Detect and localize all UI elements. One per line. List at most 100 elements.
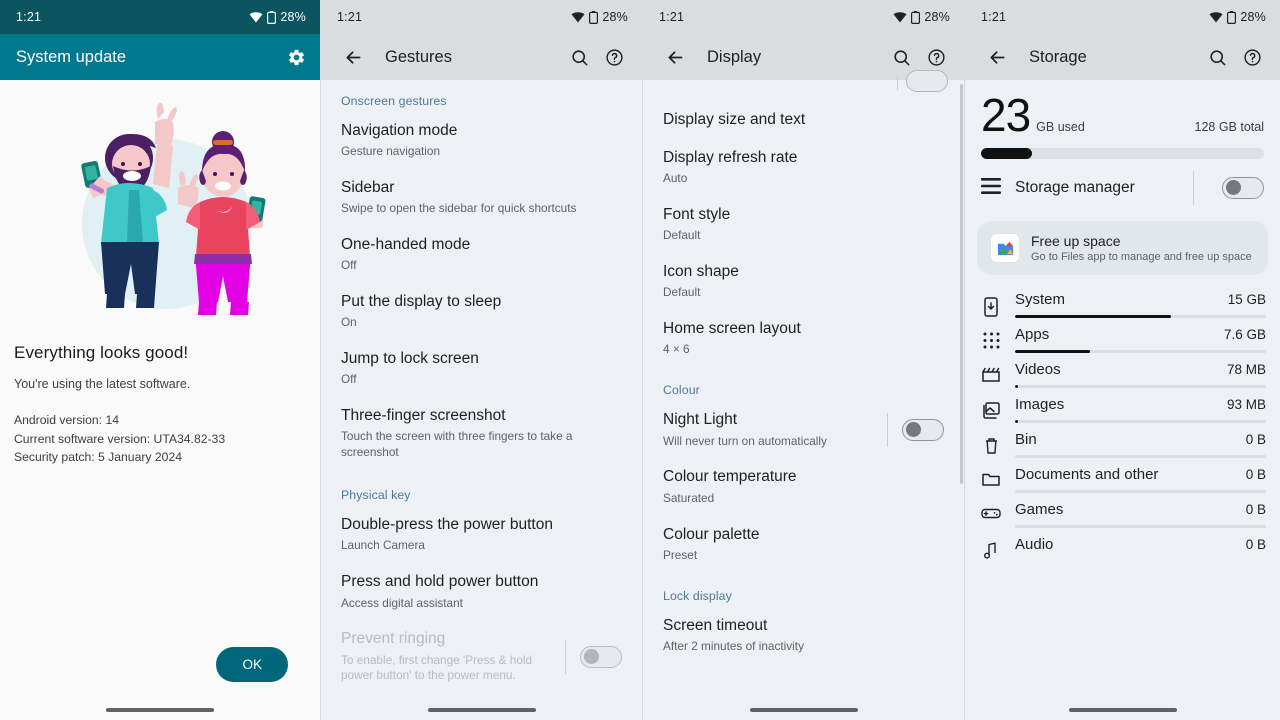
list-item-navigation-mode[interactable]: Navigation mode Gesture navigation (321, 112, 642, 169)
toggle-divider (897, 76, 898, 90)
category-name: Documents and other (1015, 466, 1159, 483)
section-header-lock-display: Lock display (663, 588, 732, 603)
category-bar (1015, 315, 1266, 318)
storage-manager-toggle[interactable] (1222, 177, 1264, 199)
status-bar: 1:21 28% (0, 0, 320, 34)
back-arrow-icon[interactable] (655, 47, 695, 68)
ok-button[interactable]: OK (216, 647, 288, 682)
list-item-colour-palette[interactable]: Colour palette Preset (643, 516, 964, 573)
status-indicators: 28% (1209, 10, 1266, 24)
item-title: Display refresh rate (663, 149, 798, 167)
storage-manager-row[interactable]: Storage manager (965, 159, 1280, 217)
storage-summary: 23 GB used 128 GB total (965, 80, 1280, 159)
free-up-space-subtitle: Go to Files app to manage and free up sp… (1031, 251, 1252, 263)
battery-icon (1227, 10, 1237, 24)
help-icon[interactable] (1243, 48, 1262, 67)
back-arrow-icon[interactable] (977, 47, 1017, 68)
list-item-icon-shape[interactable]: Icon shape Default (643, 253, 964, 310)
table-row[interactable]: Apps 7.6 GB (965, 318, 1280, 353)
category-size: 7.6 GB (1223, 327, 1266, 342)
list-item-three-finger-screenshot[interactable]: Three-finger screenshot Touch the screen… (321, 397, 642, 470)
category-main: Images 93 MB (1015, 396, 1266, 423)
toggle-divider (1193, 171, 1194, 205)
status-bar: 1:21 28% (321, 0, 642, 34)
list-item-put-display-to-sleep[interactable]: Put the display to sleep On (321, 283, 642, 340)
item-subtitle: Off (341, 372, 357, 387)
table-row[interactable]: System 15 GB (965, 283, 1280, 318)
list-item-display-size-and-text[interactable]: Display size and text (643, 98, 964, 139)
table-row[interactable]: Bin 0 B (965, 423, 1280, 458)
battery-icon (589, 10, 599, 24)
partial-toggle (906, 70, 948, 92)
list-item-display-refresh-rate[interactable]: Display refresh rate Auto (643, 139, 964, 196)
list-item-sidebar[interactable]: Sidebar Swipe to open the sidebar for qu… (321, 169, 642, 226)
status-time: 1:21 (337, 10, 363, 24)
search-icon[interactable] (570, 48, 589, 67)
table-row[interactable]: Images 93 MB (965, 388, 1280, 423)
search-icon[interactable] (892, 48, 911, 67)
item-subtitle: 4 × 6 (663, 342, 690, 357)
images-photo-icon (979, 396, 1003, 419)
storage-total: 128 GB total (1194, 120, 1265, 134)
update-status-text: Everything looks good! You're using the … (0, 329, 320, 467)
item-title: Press and hold power button (341, 573, 539, 591)
category-name: Audio (1015, 536, 1054, 553)
app-bar-actions (892, 48, 952, 67)
system-update-body: Everything looks good! You're using the … (0, 80, 320, 720)
app-bar-actions (1208, 48, 1268, 67)
category-name: Bin (1015, 431, 1037, 448)
multi-screen-container: 1:21 28% System update Everything looks … (0, 0, 1280, 720)
apps-grid-icon (979, 326, 1003, 349)
category-bar (1015, 490, 1266, 493)
toggle-knob (584, 648, 599, 664)
storage-amount-line: 23 GB used 128 GB total (981, 92, 1264, 138)
audio-note-icon (979, 536, 1003, 559)
list-item-home-screen-layout[interactable]: Home screen layout 4 × 6 (643, 310, 964, 367)
list-item-font-style[interactable]: Font style Default (643, 196, 964, 253)
category-bar (1015, 455, 1266, 458)
status-bar: 1:21 28% (643, 0, 964, 34)
wifi-icon (571, 11, 585, 23)
help-icon[interactable] (927, 48, 946, 67)
help-icon[interactable] (605, 48, 624, 67)
list-item-screen-timeout[interactable]: Screen timeout After 2 minutes of inacti… (643, 607, 964, 664)
toggle-knob (1226, 180, 1241, 195)
free-up-space-card[interactable]: Free up space Go to Files app to manage … (977, 221, 1268, 275)
category-bar (1015, 350, 1266, 353)
item-title: Display size and text (663, 111, 806, 128)
category-main: System 15 GB (1015, 291, 1266, 318)
toggle-divider (565, 639, 566, 674)
list-item-double-press-power[interactable]: Double-press the power button Launch Cam… (321, 506, 642, 563)
table-row[interactable]: Documents and other 0 B (965, 458, 1280, 493)
category-name: System (1015, 291, 1066, 308)
search-icon[interactable] (1208, 48, 1227, 67)
category-name: Images (1015, 396, 1065, 413)
list-item-press-hold-power[interactable]: Press and hold power button Access digit… (321, 563, 642, 620)
battery-percent: 28% (602, 10, 628, 24)
vertical-scrollbar[interactable] (960, 84, 963, 484)
item-text: Prevent ringing To enable, first change … (341, 629, 559, 684)
list-item-jump-to-lock-screen[interactable]: Jump to lock screen Off (321, 340, 642, 397)
night-light-toggle[interactable] (902, 418, 944, 441)
list-item-colour-temperature[interactable]: Colour temperature Saturated (643, 458, 964, 515)
section-header-physical-key: Physical key (341, 488, 411, 503)
celebration-illustration (0, 80, 320, 329)
list-item-one-handed-mode[interactable]: One-handed mode Off (321, 226, 642, 283)
table-row[interactable]: Audio 0 B (965, 528, 1280, 559)
item-subtitle: Swipe to open the sidebar for quick shor… (341, 201, 577, 216)
table-row[interactable]: Videos 78 MB (965, 353, 1280, 388)
gear-icon[interactable] (287, 48, 306, 67)
category-bar-fill (1015, 385, 1018, 388)
home-indicator (106, 708, 214, 712)
category-line: Videos 78 MB (1015, 361, 1266, 378)
category-line: System 15 GB (1015, 291, 1266, 308)
app-bar-storage: Storage (965, 34, 1280, 80)
list-item-night-light[interactable]: Night Light Will never turn on automatic… (643, 401, 964, 458)
category-name: Apps (1015, 326, 1050, 343)
item-title: Put the display to sleep (341, 293, 502, 311)
back-arrow-icon[interactable] (333, 47, 373, 68)
item-title: Font style (663, 206, 731, 224)
table-row[interactable]: Games 0 B (965, 493, 1280, 528)
section-header-onscreen-gestures: Onscreen gestures (341, 94, 447, 108)
status-time: 1:21 (16, 10, 42, 24)
